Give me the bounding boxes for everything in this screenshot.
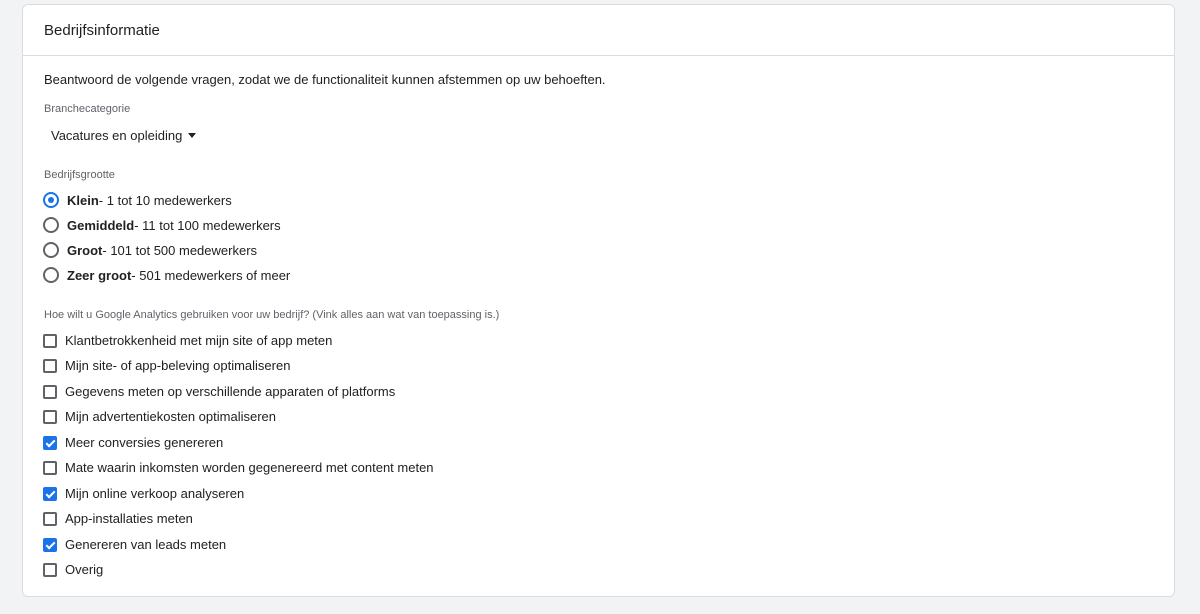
usage-option-label: Overig bbox=[65, 562, 104, 577]
radio-unchecked-icon[interactable] bbox=[43, 267, 59, 283]
size-option-groot[interactable]: Groot - 101 tot 500 medewerkers bbox=[43, 242, 257, 258]
size-option-gemiddeld[interactable]: Gemiddeld - 11 tot 100 medewerkers bbox=[43, 217, 281, 233]
checkbox-checked-icon[interactable] bbox=[43, 435, 57, 450]
checkbox-checked-icon[interactable] bbox=[43, 486, 57, 501]
checkbox-unchecked-icon[interactable] bbox=[43, 333, 57, 348]
size-option-detail: - 1 tot 10 medewerkers bbox=[98, 192, 232, 208]
size-option-klein[interactable]: Klein - 1 tot 10 medewerkers bbox=[43, 192, 232, 208]
company-size-label: Bedrijfsgrootte bbox=[44, 169, 115, 181]
industry-select-value: Vacatures en opleiding bbox=[51, 128, 183, 143]
usage-question-label: Hoe wilt u Google Analytics gebruiken vo… bbox=[44, 309, 500, 321]
industry-label: Branchecategorie bbox=[44, 103, 131, 115]
usage-option[interactable]: Mijn site- of app-beleving optimaliseren bbox=[43, 358, 290, 373]
usage-option[interactable]: Meer conversies genereren bbox=[43, 435, 223, 450]
radio-checked-icon[interactable] bbox=[43, 192, 59, 208]
usage-option[interactable]: App-installaties meten bbox=[43, 511, 193, 526]
checkbox-unchecked-icon[interactable] bbox=[43, 384, 57, 399]
usage-option[interactable]: Mijn advertentiekosten optimaliseren bbox=[43, 409, 276, 424]
usage-option[interactable]: Mijn online verkoop analyseren bbox=[43, 486, 244, 501]
usage-option-label: Mate waarin inkomsten worden gegenereerd… bbox=[65, 460, 434, 475]
dropdown-caret-icon bbox=[188, 133, 197, 138]
usage-option-label: Mijn advertentiekosten optimaliseren bbox=[65, 409, 276, 424]
size-option-detail: - 501 medewerkers of meer bbox=[131, 267, 291, 283]
size-option-zeer-groot[interactable]: Zeer groot - 501 medewerkers of meer bbox=[43, 267, 290, 283]
usage-option-label: Mijn online verkoop analyseren bbox=[65, 486, 245, 501]
size-option-name: Klein bbox=[67, 192, 99, 208]
usage-option[interactable]: Mate waarin inkomsten worden gegenereerd… bbox=[43, 460, 434, 475]
size-option-detail: - 101 tot 500 medewerkers bbox=[102, 242, 258, 258]
industry-select[interactable]: Vacatures en opleiding bbox=[51, 128, 197, 143]
size-option-name: Zeer groot bbox=[67, 267, 132, 283]
usage-option-label: App-installaties meten bbox=[65, 511, 193, 526]
intro-text: Beantwoord de volgende vragen, zodat we … bbox=[44, 72, 606, 87]
usage-option-label: Gegevens meten op verschillende apparate… bbox=[65, 384, 396, 399]
size-option-name: Gemiddeld bbox=[67, 217, 135, 233]
checkbox-checked-icon[interactable] bbox=[43, 537, 57, 552]
checkbox-unchecked-icon[interactable] bbox=[43, 409, 57, 424]
checkbox-unchecked-icon[interactable] bbox=[43, 460, 57, 475]
usage-option[interactable]: Overig bbox=[43, 562, 103, 577]
usage-option[interactable]: Klantbetrokkenheid met mijn site of app … bbox=[43, 333, 332, 348]
usage-option-label: Mijn site- of app-beleving optimaliseren bbox=[65, 358, 291, 373]
card-title: Bedrijfsinformatie bbox=[23, 5, 1174, 56]
usage-option[interactable]: Gegevens meten op verschillende apparate… bbox=[43, 384, 395, 399]
size-option-name: Groot bbox=[67, 242, 103, 258]
usage-option-label: Meer conversies genereren bbox=[65, 435, 224, 450]
checkbox-unchecked-icon[interactable] bbox=[43, 562, 57, 577]
usage-option-label: Klantbetrokkenheid met mijn site of app … bbox=[65, 333, 333, 348]
radio-unchecked-icon[interactable] bbox=[43, 242, 59, 258]
checkbox-unchecked-icon[interactable] bbox=[43, 358, 57, 373]
checkbox-unchecked-icon[interactable] bbox=[43, 511, 57, 526]
usage-option[interactable]: Genereren van leads meten bbox=[43, 537, 226, 552]
usage-option-label: Genereren van leads meten bbox=[65, 537, 227, 552]
size-option-detail: - 11 tot 100 medewerkers bbox=[134, 217, 281, 233]
business-info-card: Bedrijfsinformatie Beantwoord de volgend… bbox=[22, 4, 1175, 597]
radio-unchecked-icon[interactable] bbox=[43, 217, 59, 233]
